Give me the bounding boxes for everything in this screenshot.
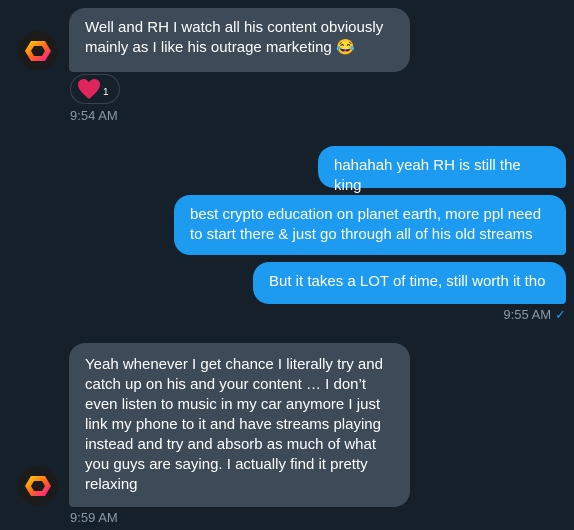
message-timestamp: 9:54 AM bbox=[70, 108, 118, 123]
outgoing-message-bubble[interactable]: hahahah yeah RH is still the king bbox=[318, 146, 566, 194]
heart-reaction-icon bbox=[78, 79, 100, 99]
timestamp-text: 9:55 AM bbox=[503, 307, 552, 322]
message-text: hahahah yeah RH is still the king bbox=[334, 157, 521, 194]
checkmark-icon: ✓ bbox=[555, 307, 566, 322]
outgoing-message-bubble[interactable]: But it takes a LOT of time, still worth … bbox=[253, 262, 566, 304]
hex-logo-avatar-icon bbox=[25, 476, 51, 496]
incoming-message-bubble[interactable]: Yeah whenever I get chance I literally t… bbox=[69, 343, 410, 507]
message-text: Yeah whenever I get chance I literally t… bbox=[85, 356, 383, 493]
incoming-message-bubble[interactable]: Well and RH I watch all his content obvi… bbox=[69, 8, 410, 72]
outgoing-message-bubble[interactable]: best crypto education on planet earth, m… bbox=[174, 195, 566, 255]
message-text: Well and RH I watch all his content obvi… bbox=[85, 19, 384, 56]
message-timestamp: 9:59 AM bbox=[70, 510, 118, 525]
message-text: best crypto education on planet earth, m… bbox=[190, 206, 542, 243]
reaction-count: 1 bbox=[103, 86, 109, 98]
message-text: But it takes a LOT of time, still worth … bbox=[269, 273, 546, 290]
hex-logo-avatar-icon bbox=[25, 41, 51, 61]
reaction-badge[interactable]: 1 bbox=[70, 74, 120, 104]
avatar[interactable] bbox=[18, 31, 58, 71]
message-timestamp: 9:55 AM ✓ bbox=[503, 307, 566, 323]
avatar[interactable] bbox=[18, 466, 58, 506]
